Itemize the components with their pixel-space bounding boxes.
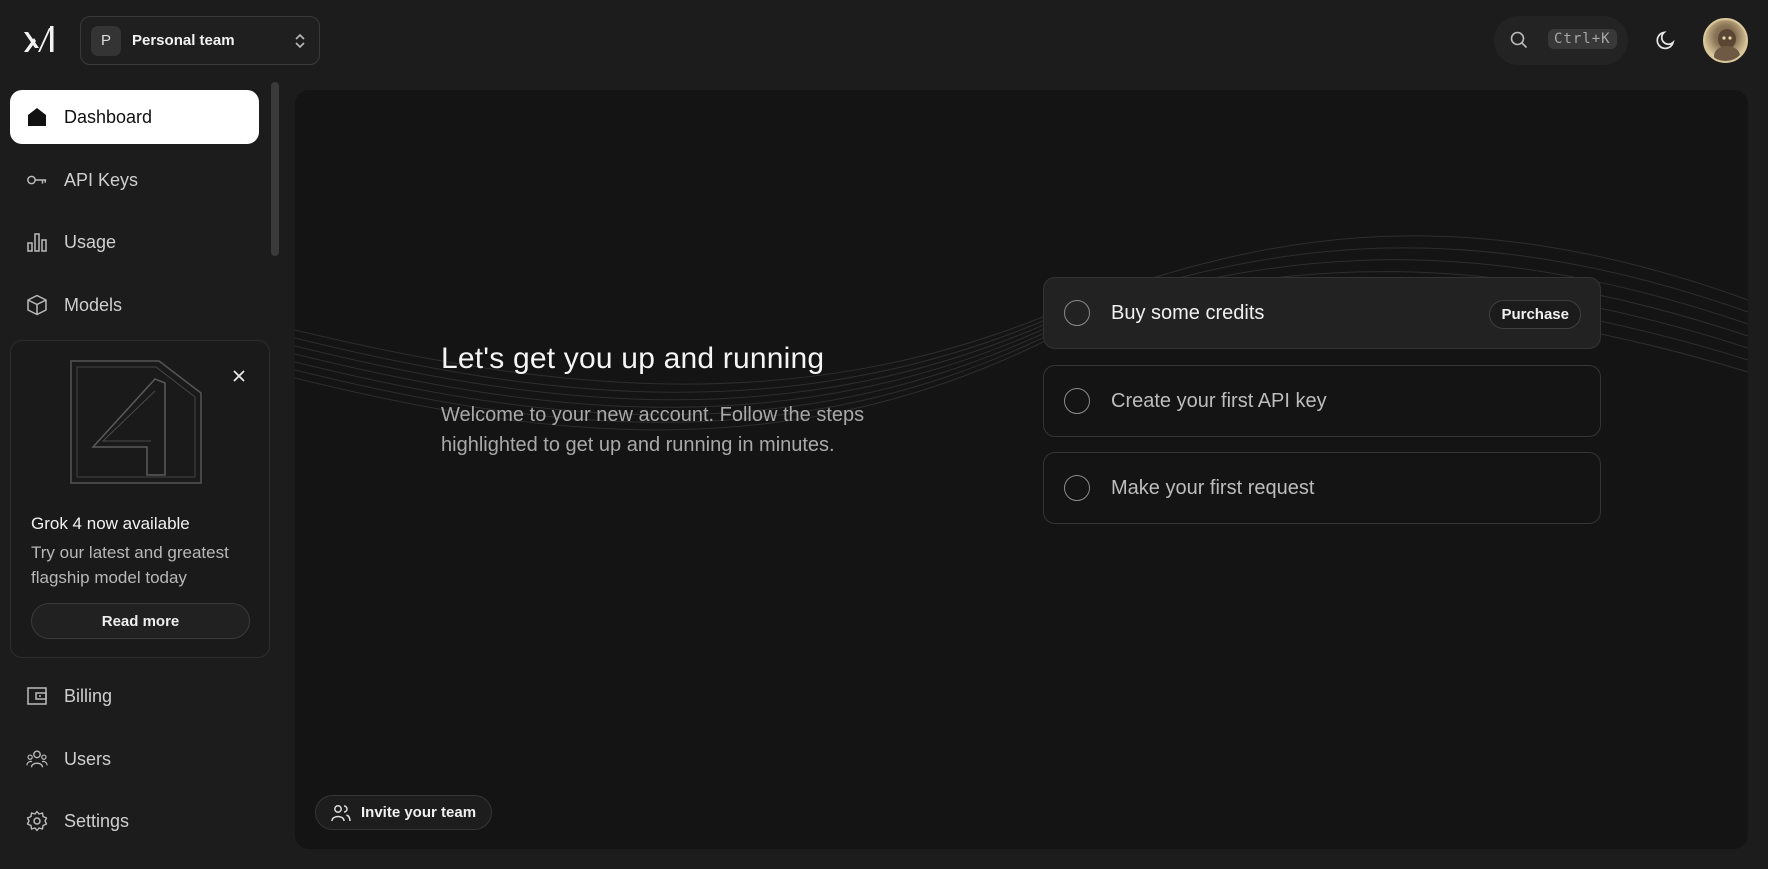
wallet-icon xyxy=(26,685,48,707)
sidebar-item-label: Dashboard xyxy=(64,106,153,127)
step-first-request[interactable]: Make your first request xyxy=(1043,452,1601,524)
step-checkbox[interactable] xyxy=(1064,475,1090,501)
home-icon xyxy=(26,106,48,128)
grok-4-logo-art xyxy=(70,360,202,484)
step-label: Create your first API key xyxy=(1111,389,1327,412)
sidebar-item-dashboard[interactable]: Dashboard xyxy=(10,90,259,144)
team-switcher[interactable]: P Personal team xyxy=(80,16,320,65)
promo-title: Grok 4 now available xyxy=(31,514,190,533)
chevron-up-down-icon xyxy=(295,33,305,49)
step-checkbox[interactable] xyxy=(1064,300,1090,326)
sidebar-item-settings[interactable]: Settings xyxy=(10,794,259,848)
sidebar-item-api-keys[interactable]: API Keys xyxy=(10,153,259,207)
team-name: Personal team xyxy=(132,32,235,49)
sidebar-item-label: Users xyxy=(64,748,112,769)
step-create-api-key[interactable]: Create your first API key xyxy=(1043,365,1601,437)
promo-text: Try our latest and greatest flagship mod… xyxy=(31,543,229,587)
close-icon[interactable] xyxy=(229,366,249,386)
step-label: Make your first request xyxy=(1111,476,1315,499)
step-checkbox[interactable] xyxy=(1064,388,1090,414)
key-icon xyxy=(26,169,48,191)
invite-label: Invite your team xyxy=(361,804,477,821)
page-title: Let's get you up and running xyxy=(441,342,825,375)
main-panel: Let's get you up and running Welcome to … xyxy=(295,90,1748,849)
sidebar-item-models[interactable]: Models xyxy=(10,278,259,332)
search-button[interactable]: Ctrl+K xyxy=(1494,16,1628,65)
search-icon xyxy=(1510,31,1528,49)
cube-icon xyxy=(26,294,48,316)
avatar-image xyxy=(1714,29,1740,61)
page-subtitle: Welcome to your new account. Follow the … xyxy=(441,404,865,456)
sidebar-item-label: Billing xyxy=(64,685,113,706)
sidebar-item-label: Models xyxy=(64,294,123,315)
sidebar-item-users[interactable]: Users xyxy=(10,732,259,786)
users-icon xyxy=(26,748,48,770)
search-shortcut: Ctrl+K xyxy=(1548,29,1617,49)
sidebar-item-label: API Keys xyxy=(64,169,139,190)
gear-icon xyxy=(26,810,48,832)
team-initial: P xyxy=(91,25,121,56)
sidebar-item-billing[interactable]: Billing xyxy=(10,669,259,723)
bar-chart-icon xyxy=(26,231,48,253)
step-label: Buy some credits xyxy=(1111,301,1265,324)
user-avatar[interactable] xyxy=(1703,18,1748,63)
sidebar-item-label: Settings xyxy=(64,810,130,831)
users-icon xyxy=(331,804,351,821)
top-bar: P Personal team Ctrl+K xyxy=(0,0,1768,80)
moon-icon[interactable] xyxy=(1654,28,1678,52)
sidebar-scrollbar[interactable] xyxy=(271,82,279,256)
step-buy-credits[interactable]: Buy some credits Purchase xyxy=(1043,277,1601,349)
read-more-button[interactable]: Read more xyxy=(31,603,250,639)
sidebar-item-label: Usage xyxy=(64,231,117,252)
purchase-button[interactable]: Purchase xyxy=(1489,300,1581,329)
xai-logo[interactable] xyxy=(22,22,56,56)
invite-team-button[interactable]: Invite your team xyxy=(315,795,492,830)
sidebar-item-usage[interactable]: Usage xyxy=(10,215,259,269)
promo-card: Grok 4 now available Try our latest and … xyxy=(10,340,270,658)
